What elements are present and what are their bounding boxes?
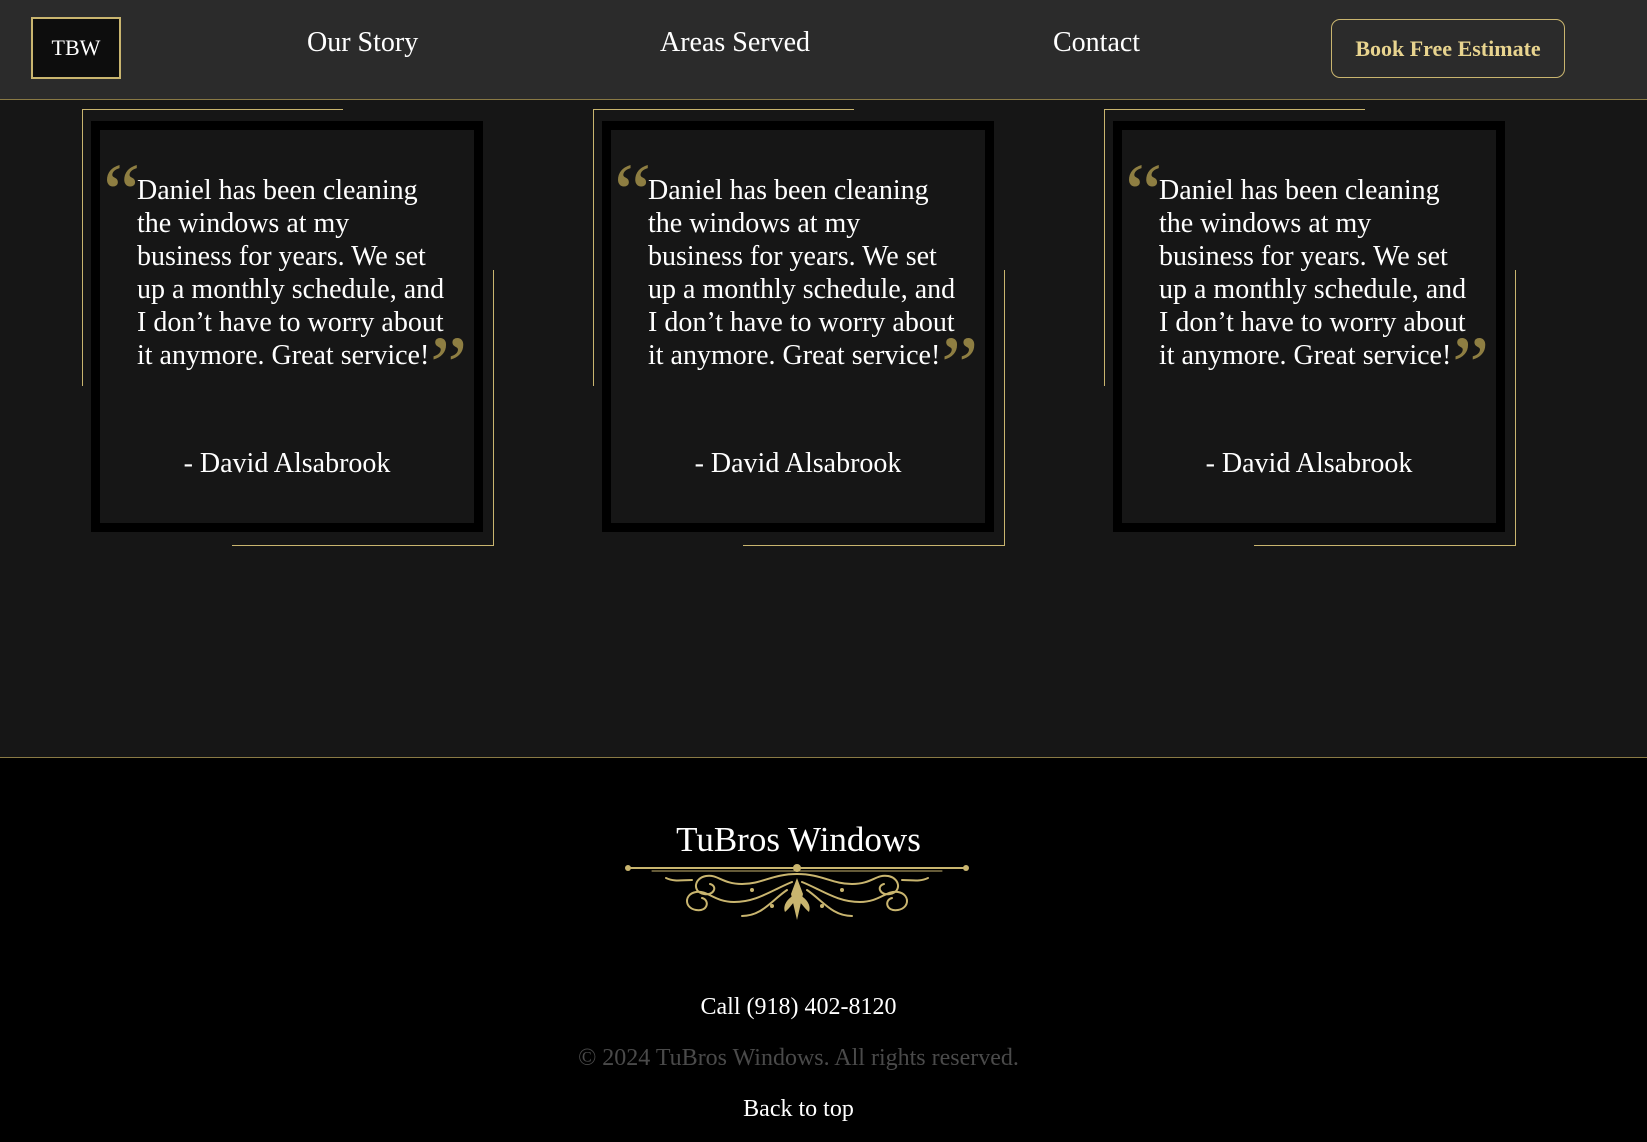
testimonial-quote: Daniel has been cleaning the windows at …: [648, 175, 956, 371]
gold-flourish-divider-icon: [625, 864, 969, 920]
open-quote-icon: “: [614, 147, 652, 240]
testimonial-card-wrapper: “ Daniel has been cleaning the windows a…: [82, 109, 494, 546]
testimonial-card-wrapper: “ Daniel has been cleaning the windows a…: [1104, 109, 1516, 546]
testimonial-card: “ Daniel has been cleaning the windows a…: [1113, 121, 1505, 532]
book-free-estimate-button[interactable]: Book Free Estimate: [1331, 19, 1565, 78]
open-quote-icon: “: [1125, 147, 1163, 240]
nav-link-areas-served[interactable]: Areas Served: [660, 27, 810, 59]
testimonial-card: “ Daniel has been cleaning the windows a…: [602, 121, 994, 532]
logo[interactable]: TBW: [31, 17, 121, 79]
testimonial-author: - David Alsabrook: [183, 448, 391, 479]
footer-copyright: © 2024 TuBros Windows. All rights reserv…: [578, 1045, 1019, 1071]
site-footer: TuBros Windows Call (918) 402-8120 © 202…: [0, 757, 1647, 1142]
nav-link-contact[interactable]: Contact: [1053, 27, 1140, 59]
nav-link-our-story[interactable]: Our Story: [307, 27, 418, 59]
footer-brand-name: TuBros Windows: [676, 820, 921, 859]
testimonial-author: - David Alsabrook: [1205, 448, 1413, 479]
testimonial-quote: Daniel has been cleaning the windows at …: [1159, 175, 1467, 371]
back-to-top-link[interactable]: Back to top: [0, 1096, 1597, 1123]
site-header: TBW Our Story Areas Served Contact Book …: [0, 0, 1647, 100]
testimonial-card-wrapper: “ Daniel has been cleaning the windows a…: [593, 109, 1005, 546]
testimonial-quote: Daniel has been cleaning the windows at …: [137, 175, 445, 371]
testimonial-author: - David Alsabrook: [694, 448, 902, 479]
footer-phone-link[interactable]: Call (918) 402-8120: [0, 994, 1597, 1021]
open-quote-icon: “: [103, 147, 141, 240]
testimonial-card: “ Daniel has been cleaning the windows a…: [91, 121, 483, 532]
